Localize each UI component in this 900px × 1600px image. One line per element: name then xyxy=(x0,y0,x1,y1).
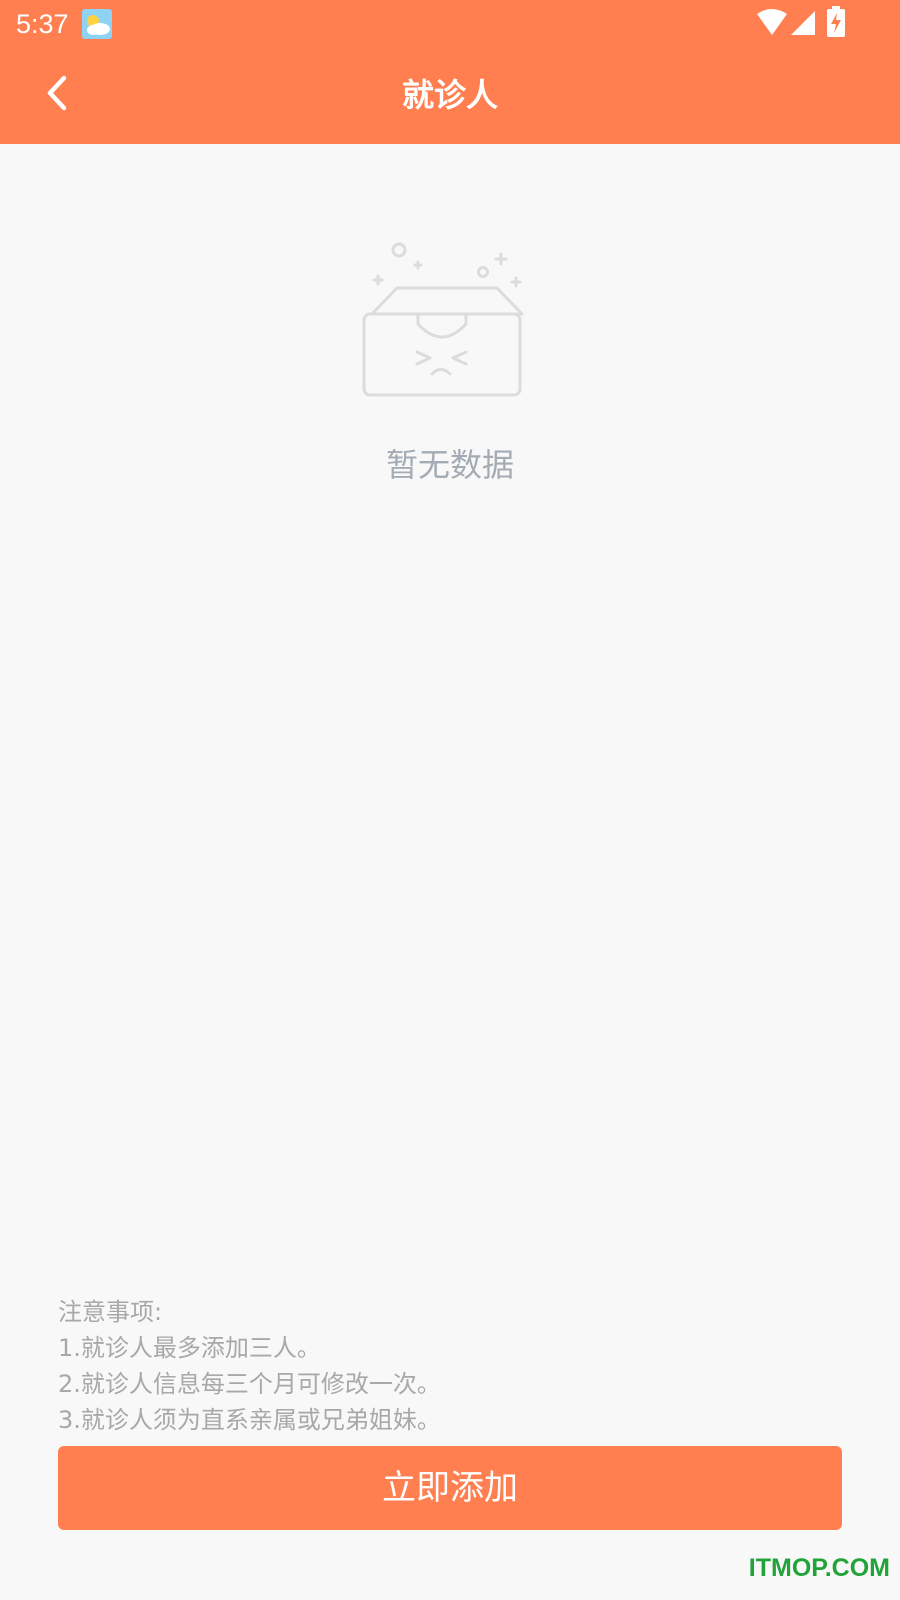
notice-item: 1.就诊人最多添加三人。 xyxy=(58,1334,321,1362)
notice-item: 3.就诊人须为直系亲属或兄弟姐妹。 xyxy=(58,1406,441,1434)
battery-charging-icon xyxy=(827,6,845,37)
notice-item: 2.就诊人信息每三个月可修改一次。 xyxy=(58,1370,441,1398)
top-app-bar: 5:37 就诊人 xyxy=(0,0,900,144)
signal-icon xyxy=(791,11,815,35)
watermark: ITMOP.COM xyxy=(748,1554,890,1582)
empty-box-icon xyxy=(362,242,524,397)
add-now-button[interactable]: 立即添加 xyxy=(58,1446,842,1530)
empty-state-text: 暂无数据 xyxy=(385,446,514,484)
page-title: 就诊人 xyxy=(401,76,498,114)
notice-section: 注意事项: 1.就诊人最多添加三人。 2.就诊人信息每三个月可修改一次。 3.就… xyxy=(58,1294,858,1438)
status-time: 5:37 xyxy=(16,9,69,39)
weather-icon xyxy=(82,9,112,39)
notice-heading: 注意事项: xyxy=(58,1298,163,1326)
wifi-icon xyxy=(757,9,787,35)
